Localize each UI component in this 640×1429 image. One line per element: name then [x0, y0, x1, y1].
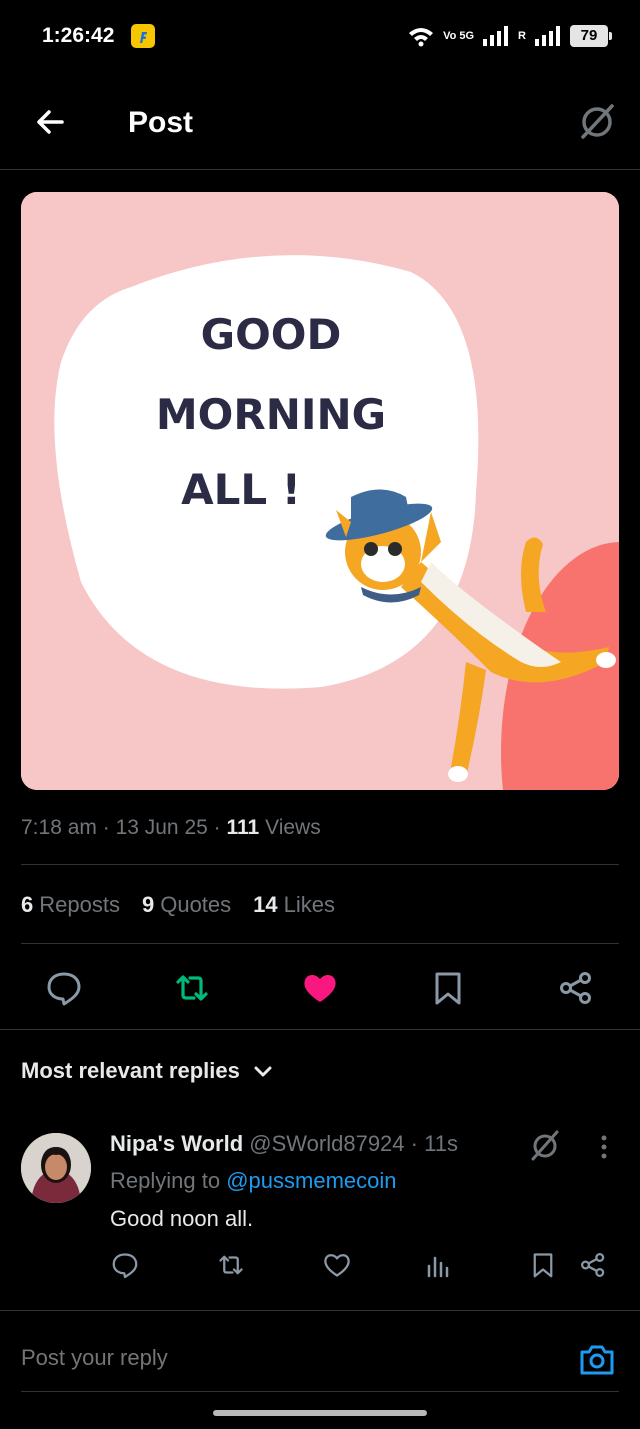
- home-indicator[interactable]: [213, 1410, 427, 1416]
- reply-repost-button[interactable]: [216, 1250, 246, 1280]
- post-image[interactable]: GOOD MORNING ALL !: [21, 192, 619, 790]
- reply-more-button[interactable]: [594, 1134, 614, 1160]
- more-vertical-icon: [601, 1135, 607, 1159]
- views-label: Views: [265, 816, 321, 839]
- composer-underline: [21, 1391, 619, 1392]
- network-type-label: Vo 5G: [443, 30, 475, 42]
- post-actions: [0, 960, 640, 1030]
- image-text-line-2: MORNING: [156, 390, 386, 439]
- signal-icon: [482, 25, 510, 47]
- repost-button[interactable]: [172, 968, 212, 1008]
- grok-icon: [531, 1130, 559, 1161]
- reply-reply-button[interactable]: [110, 1250, 140, 1280]
- divider: [21, 864, 619, 865]
- reply-header: Nipa's World @SWorld87924 · 11s: [110, 1131, 458, 1156]
- post-time: 7:18 am: [21, 816, 97, 839]
- replying-to: Replying to @pussmemecoin: [110, 1168, 397, 1194]
- wifi-icon: [407, 25, 435, 47]
- status-indicators: Vo 5G R 79: [407, 22, 612, 50]
- chevron-down-icon: [254, 1066, 272, 1077]
- reply-share-button[interactable]: [578, 1250, 608, 1280]
- camera-button[interactable]: [578, 1341, 616, 1379]
- top-app-bar: Post: [0, 72, 640, 170]
- page-title: Post: [128, 106, 194, 139]
- back-button[interactable]: [30, 102, 70, 142]
- post-stats: 6 Reposts 9 Quotes 14 Likes: [21, 892, 335, 918]
- repost-icon: [176, 975, 208, 1001]
- roaming-label: R: [518, 30, 526, 42]
- replies-sort-label: Most relevant replies: [21, 1058, 240, 1083]
- reply-bookmark-button[interactable]: [528, 1250, 558, 1280]
- battery-icon: 79: [570, 25, 612, 47]
- reply-icon: [47, 972, 81, 1006]
- replies-sort-dropdown[interactable]: Most relevant replies: [21, 1058, 274, 1084]
- bookmark-icon: [533, 1253, 553, 1278]
- bookmark-button[interactable]: [428, 968, 468, 1008]
- share-button[interactable]: [556, 968, 596, 1008]
- share-icon: [560, 972, 591, 1004]
- reply-button[interactable]: [44, 968, 84, 1008]
- signal-icon-2: [534, 25, 562, 47]
- grok-icon: [581, 104, 614, 139]
- reposts-count: 6: [21, 892, 34, 917]
- reply-like-button[interactable]: [322, 1250, 352, 1280]
- reply-views-button[interactable]: [424, 1250, 454, 1280]
- repost-icon: [219, 1255, 243, 1275]
- reply-time: 11s: [424, 1131, 458, 1156]
- reply-icon: [112, 1253, 138, 1279]
- avatar[interactable]: [21, 1133, 91, 1203]
- likes-label: Likes: [283, 892, 335, 917]
- reply-author-name[interactable]: Nipa's World: [110, 1131, 243, 1156]
- divider: [21, 943, 619, 944]
- image-text-line-1: GOOD: [201, 310, 342, 359]
- grok-button[interactable]: [576, 100, 618, 142]
- like-icon: [304, 974, 336, 1002]
- bookmark-icon: [435, 972, 461, 1005]
- reposts-label: Reposts: [39, 892, 120, 917]
- camera-icon: [580, 1345, 614, 1375]
- share-icon: [581, 1253, 605, 1277]
- reply-grok-button[interactable]: [528, 1128, 562, 1162]
- image-text-line-3: ALL !: [181, 465, 301, 514]
- flipkart-notification-icon: [131, 24, 155, 48]
- likes-stat[interactable]: 14 Likes: [253, 892, 335, 918]
- like-button[interactable]: [300, 968, 340, 1008]
- status-time: 1:26:42: [42, 24, 115, 47]
- reply-text: Good noon all.: [110, 1206, 254, 1231]
- reposts-stat[interactable]: 6 Reposts: [21, 892, 120, 918]
- views-icon: [427, 1256, 449, 1278]
- quotes-label: Quotes: [160, 892, 232, 917]
- views-count: 111: [226, 816, 260, 839]
- arrow-left-icon: [37, 110, 64, 134]
- quotes-count: 9: [141, 892, 155, 917]
- status-bar: 1:26:42 Vo 5G R 79: [0, 0, 640, 72]
- reply-input[interactable]: [21, 1345, 501, 1371]
- post-meta: 7:18 am · 13 Jun 25 · 111 Views: [21, 816, 321, 839]
- replying-to-mention[interactable]: @pussmemecoin: [226, 1168, 396, 1193]
- reply-composer: [0, 1310, 640, 1392]
- post-date: 13 Jun 25: [115, 816, 208, 839]
- quotes-stat[interactable]: 9 Quotes: [142, 892, 231, 918]
- likes-count: 14: [253, 892, 278, 917]
- reply-author-handle[interactable]: @SWorld87924: [249, 1131, 404, 1156]
- like-icon: [324, 1254, 350, 1277]
- replying-to-label: Replying to: [110, 1168, 221, 1193]
